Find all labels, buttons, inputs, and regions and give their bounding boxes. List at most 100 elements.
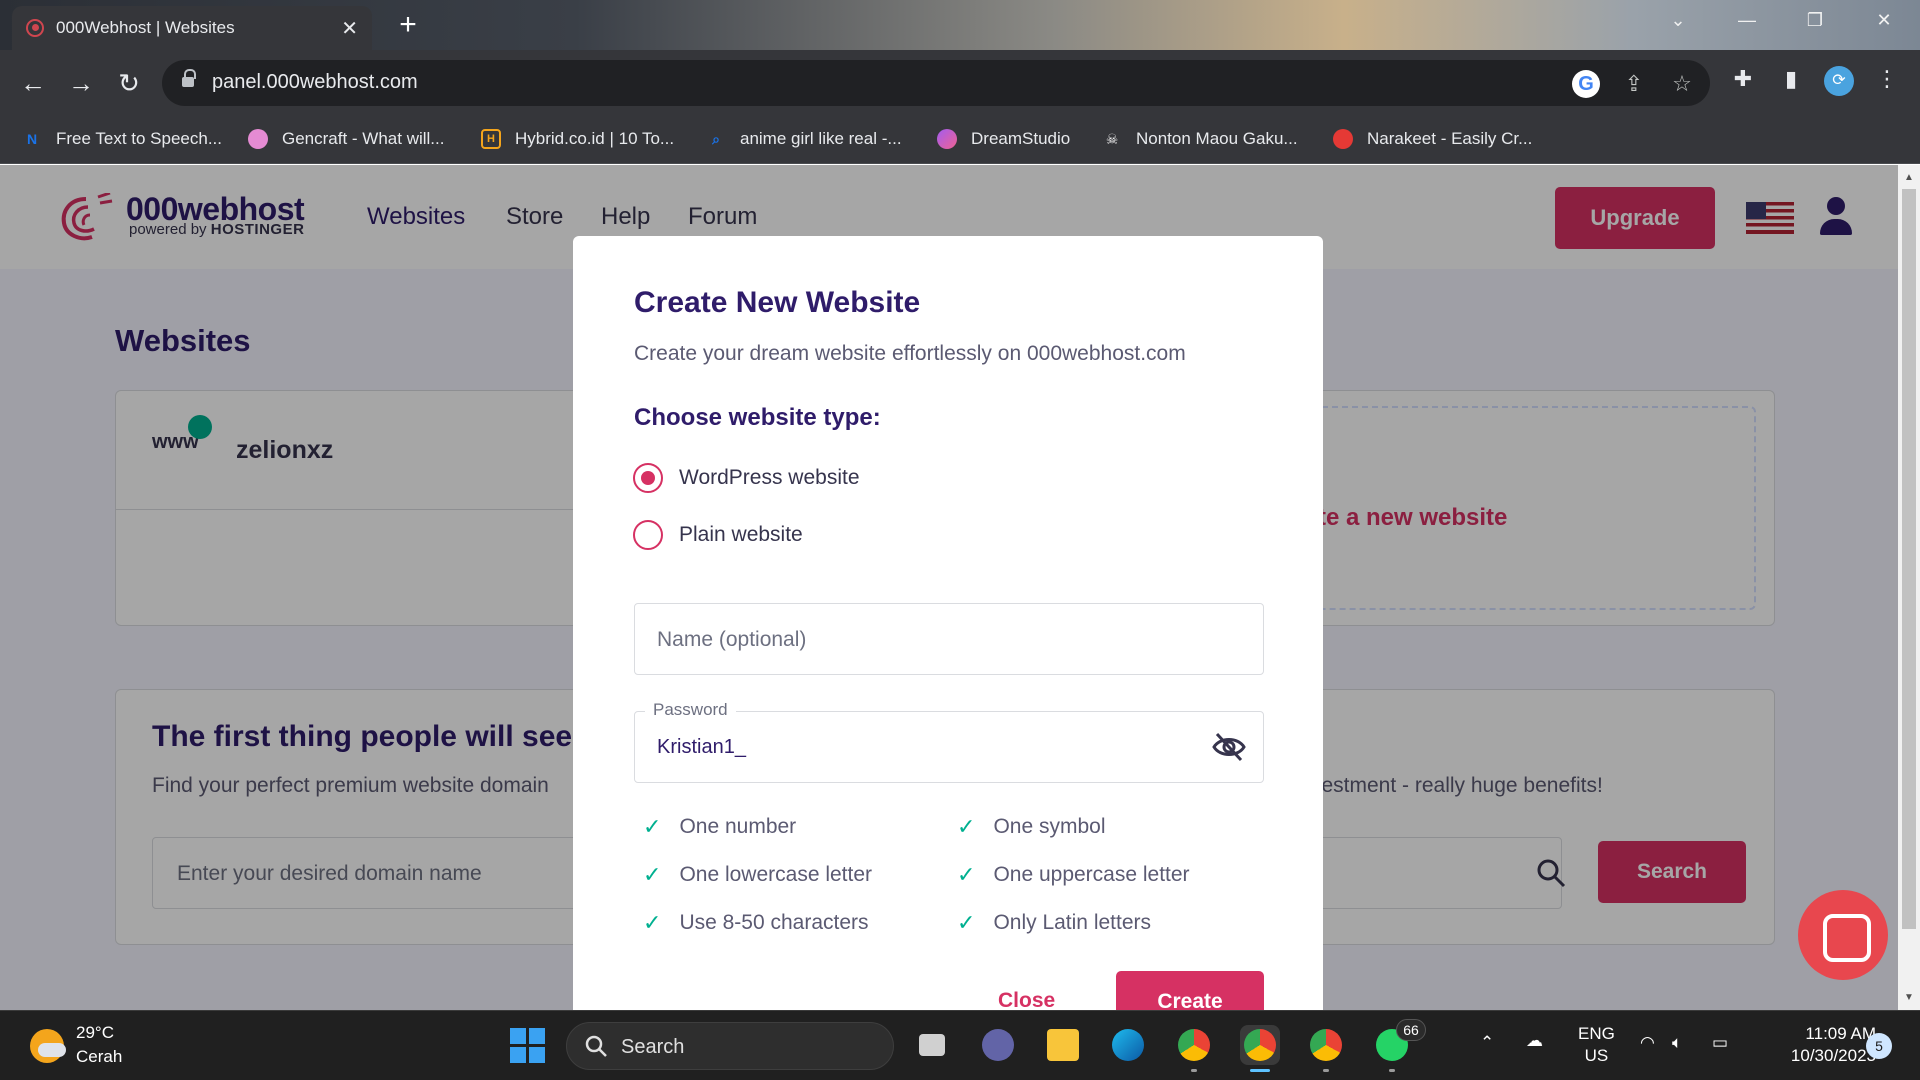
- radio-button-checked[interactable]: [633, 463, 663, 493]
- running-indicator: [1191, 1069, 1197, 1072]
- bookmarks-bar: N Free Text to Speech... Gencraft - What…: [0, 116, 1920, 164]
- taskbar-chrome-active-icon[interactable]: [1240, 1025, 1280, 1072]
- whatsapp-unread-badge: 66: [1396, 1019, 1426, 1041]
- taskbar-task-view-icon[interactable]: [912, 1025, 952, 1065]
- bookmark-item[interactable]: Gencraft - What will...: [248, 116, 444, 162]
- system-clock[interactable]: 11:09 AM 10/30/2023: [1752, 1023, 1876, 1067]
- taskbar-edge-icon[interactable]: [1108, 1025, 1148, 1065]
- password-field[interactable]: Password Kristian1_: [634, 700, 1264, 783]
- octopus-icon: [248, 129, 268, 149]
- bookmark-item[interactable]: ☠ Nonton Maou Gaku...: [1102, 116, 1298, 162]
- tab-close-icon[interactable]: ✕: [341, 16, 358, 41]
- requirement-item: ✓ Only Latin letters: [957, 910, 1151, 936]
- bookmark-item[interactable]: ⌕ anime girl like real -...: [706, 116, 901, 162]
- bookmark-label: Gencraft - What will...: [282, 129, 445, 148]
- bookmark-label: Nonton Maou Gaku...: [1136, 129, 1298, 148]
- forward-arrow-icon[interactable]: →: [62, 64, 100, 102]
- taskbar-teams-icon[interactable]: [978, 1025, 1018, 1065]
- lock-icon[interactable]: [182, 69, 196, 89]
- weather-partly-cloudy-icon[interactable]: [30, 1029, 66, 1063]
- url-text[interactable]: panel.000webhost.com: [212, 71, 418, 94]
- search-icon: ⌕: [712, 131, 720, 147]
- weather-temperature[interactable]: 29°C: [76, 1023, 114, 1043]
- bookmark-item[interactable]: Narakeet - Easily Cr...: [1333, 116, 1532, 162]
- requirement-item: ✓ One lowercase letter: [643, 862, 872, 888]
- browser-tab[interactable]: 000Webhost | Websites ✕: [12, 6, 372, 50]
- address-bar[interactable]: panel.000webhost.com G ⇪ ☆: [162, 60, 1710, 106]
- taskbar-search-box[interactable]: Search: [566, 1022, 894, 1070]
- bookmark-star-icon[interactable]: ☆: [1668, 70, 1696, 98]
- taskbar-file-explorer-icon[interactable]: [1043, 1025, 1083, 1065]
- close-button[interactable]: Close: [998, 989, 1055, 1010]
- windows-start-icon[interactable]: [510, 1028, 546, 1064]
- browser-menu-icon[interactable]: ⋮: [1872, 64, 1902, 94]
- name-field-placeholder: Name (optional): [657, 628, 807, 651]
- new-tab-button[interactable]: +: [390, 8, 426, 44]
- google-lens-icon[interactable]: G: [1572, 70, 1600, 98]
- scroll-thumb[interactable]: [1902, 189, 1916, 929]
- wifi-icon[interactable]: ◠: [1640, 1033, 1655, 1053]
- window-close-icon[interactable]: ✕: [1864, 10, 1904, 31]
- share-icon[interactable]: ⇪: [1620, 70, 1648, 98]
- taskbar-whatsapp-icon[interactable]: 66: [1372, 1019, 1426, 1072]
- radio-label: WordPress website: [679, 466, 860, 489]
- bookmark-item[interactable]: N Free Text to Speech...: [22, 116, 222, 162]
- language-indicator[interactable]: ENG US: [1578, 1023, 1615, 1067]
- requirement-text: One uppercase letter: [993, 863, 1190, 886]
- bookmark-item[interactable]: DreamStudio: [937, 116, 1070, 162]
- eye-off-icon[interactable]: [1212, 732, 1246, 762]
- browser-toolbar: ← → ↻ panel.000webhost.com G ⇪ ☆ ✚ ▮ ⟳ ⋮: [0, 50, 1920, 116]
- extensions-puzzle-icon[interactable]: ✚: [1728, 64, 1758, 94]
- bookmark-label: Hybrid.co.id | 10 To...: [515, 129, 675, 148]
- tab-search-chevron-icon[interactable]: ⌄: [1658, 10, 1698, 31]
- radio-plain-website[interactable]: Plain website: [633, 520, 803, 550]
- website-type-label: Choose website type:: [634, 404, 881, 431]
- bookmark-item[interactable]: H Hybrid.co.id | 10 To...: [481, 116, 674, 162]
- active-indicator: [1250, 1069, 1270, 1072]
- password-value[interactable]: Kristian1_: [657, 736, 746, 759]
- chat-support-icon[interactable]: [1798, 890, 1888, 980]
- running-indicator: [1323, 1069, 1329, 1072]
- requirement-text: One number: [679, 815, 797, 838]
- radio-button[interactable]: [633, 520, 663, 550]
- create-button[interactable]: Create: [1116, 971, 1264, 1010]
- dreamstudio-icon: [937, 129, 957, 149]
- back-arrow-icon[interactable]: ←: [14, 64, 52, 102]
- create-website-modal: Create New Website Create your dream web…: [573, 236, 1323, 1010]
- side-panel-icon[interactable]: ▮: [1776, 64, 1806, 94]
- bookmark-label: Free Text to Speech...: [56, 129, 222, 148]
- taskbar-chrome-profile-icon[interactable]: [1306, 1025, 1346, 1072]
- browser-titlebar: 000Webhost | Websites ✕ + ⌄ — ❐ ✕: [0, 0, 1920, 50]
- taskbar-search-label: Search: [621, 1036, 685, 1058]
- language-code: ENG: [1578, 1024, 1615, 1043]
- bookmark-label: DreamStudio: [971, 129, 1071, 148]
- taskbar-chrome-icon[interactable]: [1174, 1025, 1214, 1072]
- tray-overflow-chevron-icon[interactable]: ⌃: [1480, 1033, 1494, 1053]
- minimize-icon[interactable]: —: [1727, 10, 1767, 31]
- restore-icon[interactable]: ❐: [1795, 10, 1835, 31]
- windows-taskbar: 29°C Cerah Search 66 ⌃ ☁ ENG US ◠ 🔈︎ ▭ 1…: [0, 1010, 1920, 1080]
- modal-subtitle: Create your dream website effortlessly o…: [634, 342, 1186, 365]
- checkmark-icon: ✓: [643, 814, 662, 839]
- skull-icon: ☠: [1105, 131, 1119, 147]
- onedrive-cloud-icon[interactable]: ☁: [1526, 1031, 1543, 1051]
- battery-icon[interactable]: ▭: [1712, 1033, 1728, 1053]
- page-scrollbar[interactable]: ▲ ▼: [1898, 165, 1920, 1010]
- page-viewport: 000webhost powered by HOSTINGER Websites…: [0, 165, 1898, 1010]
- checkmark-icon: ✓: [643, 862, 662, 887]
- clock-time: 11:09 AM: [1805, 1024, 1876, 1043]
- scroll-down-icon[interactable]: ▼: [1902, 991, 1916, 1005]
- profile-avatar-icon[interactable]: ⟳: [1824, 66, 1854, 96]
- radio-wordpress-website[interactable]: WordPress website: [633, 463, 860, 493]
- requirement-item: ✓ Use 8-50 characters: [643, 910, 869, 936]
- requirement-item: ✓ One number: [643, 814, 796, 840]
- volume-icon[interactable]: 🔈︎: [1672, 1033, 1682, 1053]
- scroll-up-icon[interactable]: ▲: [1902, 171, 1916, 185]
- weather-description[interactable]: Cerah: [76, 1047, 122, 1067]
- notification-count-badge[interactable]: 5: [1866, 1033, 1892, 1059]
- reload-icon[interactable]: ↻: [110, 64, 148, 102]
- website-name-field[interactable]: Name (optional): [634, 603, 1264, 675]
- 000webhost-favicon-icon: [26, 19, 44, 37]
- checkmark-icon: ✓: [957, 910, 976, 935]
- password-label: Password: [645, 700, 736, 720]
